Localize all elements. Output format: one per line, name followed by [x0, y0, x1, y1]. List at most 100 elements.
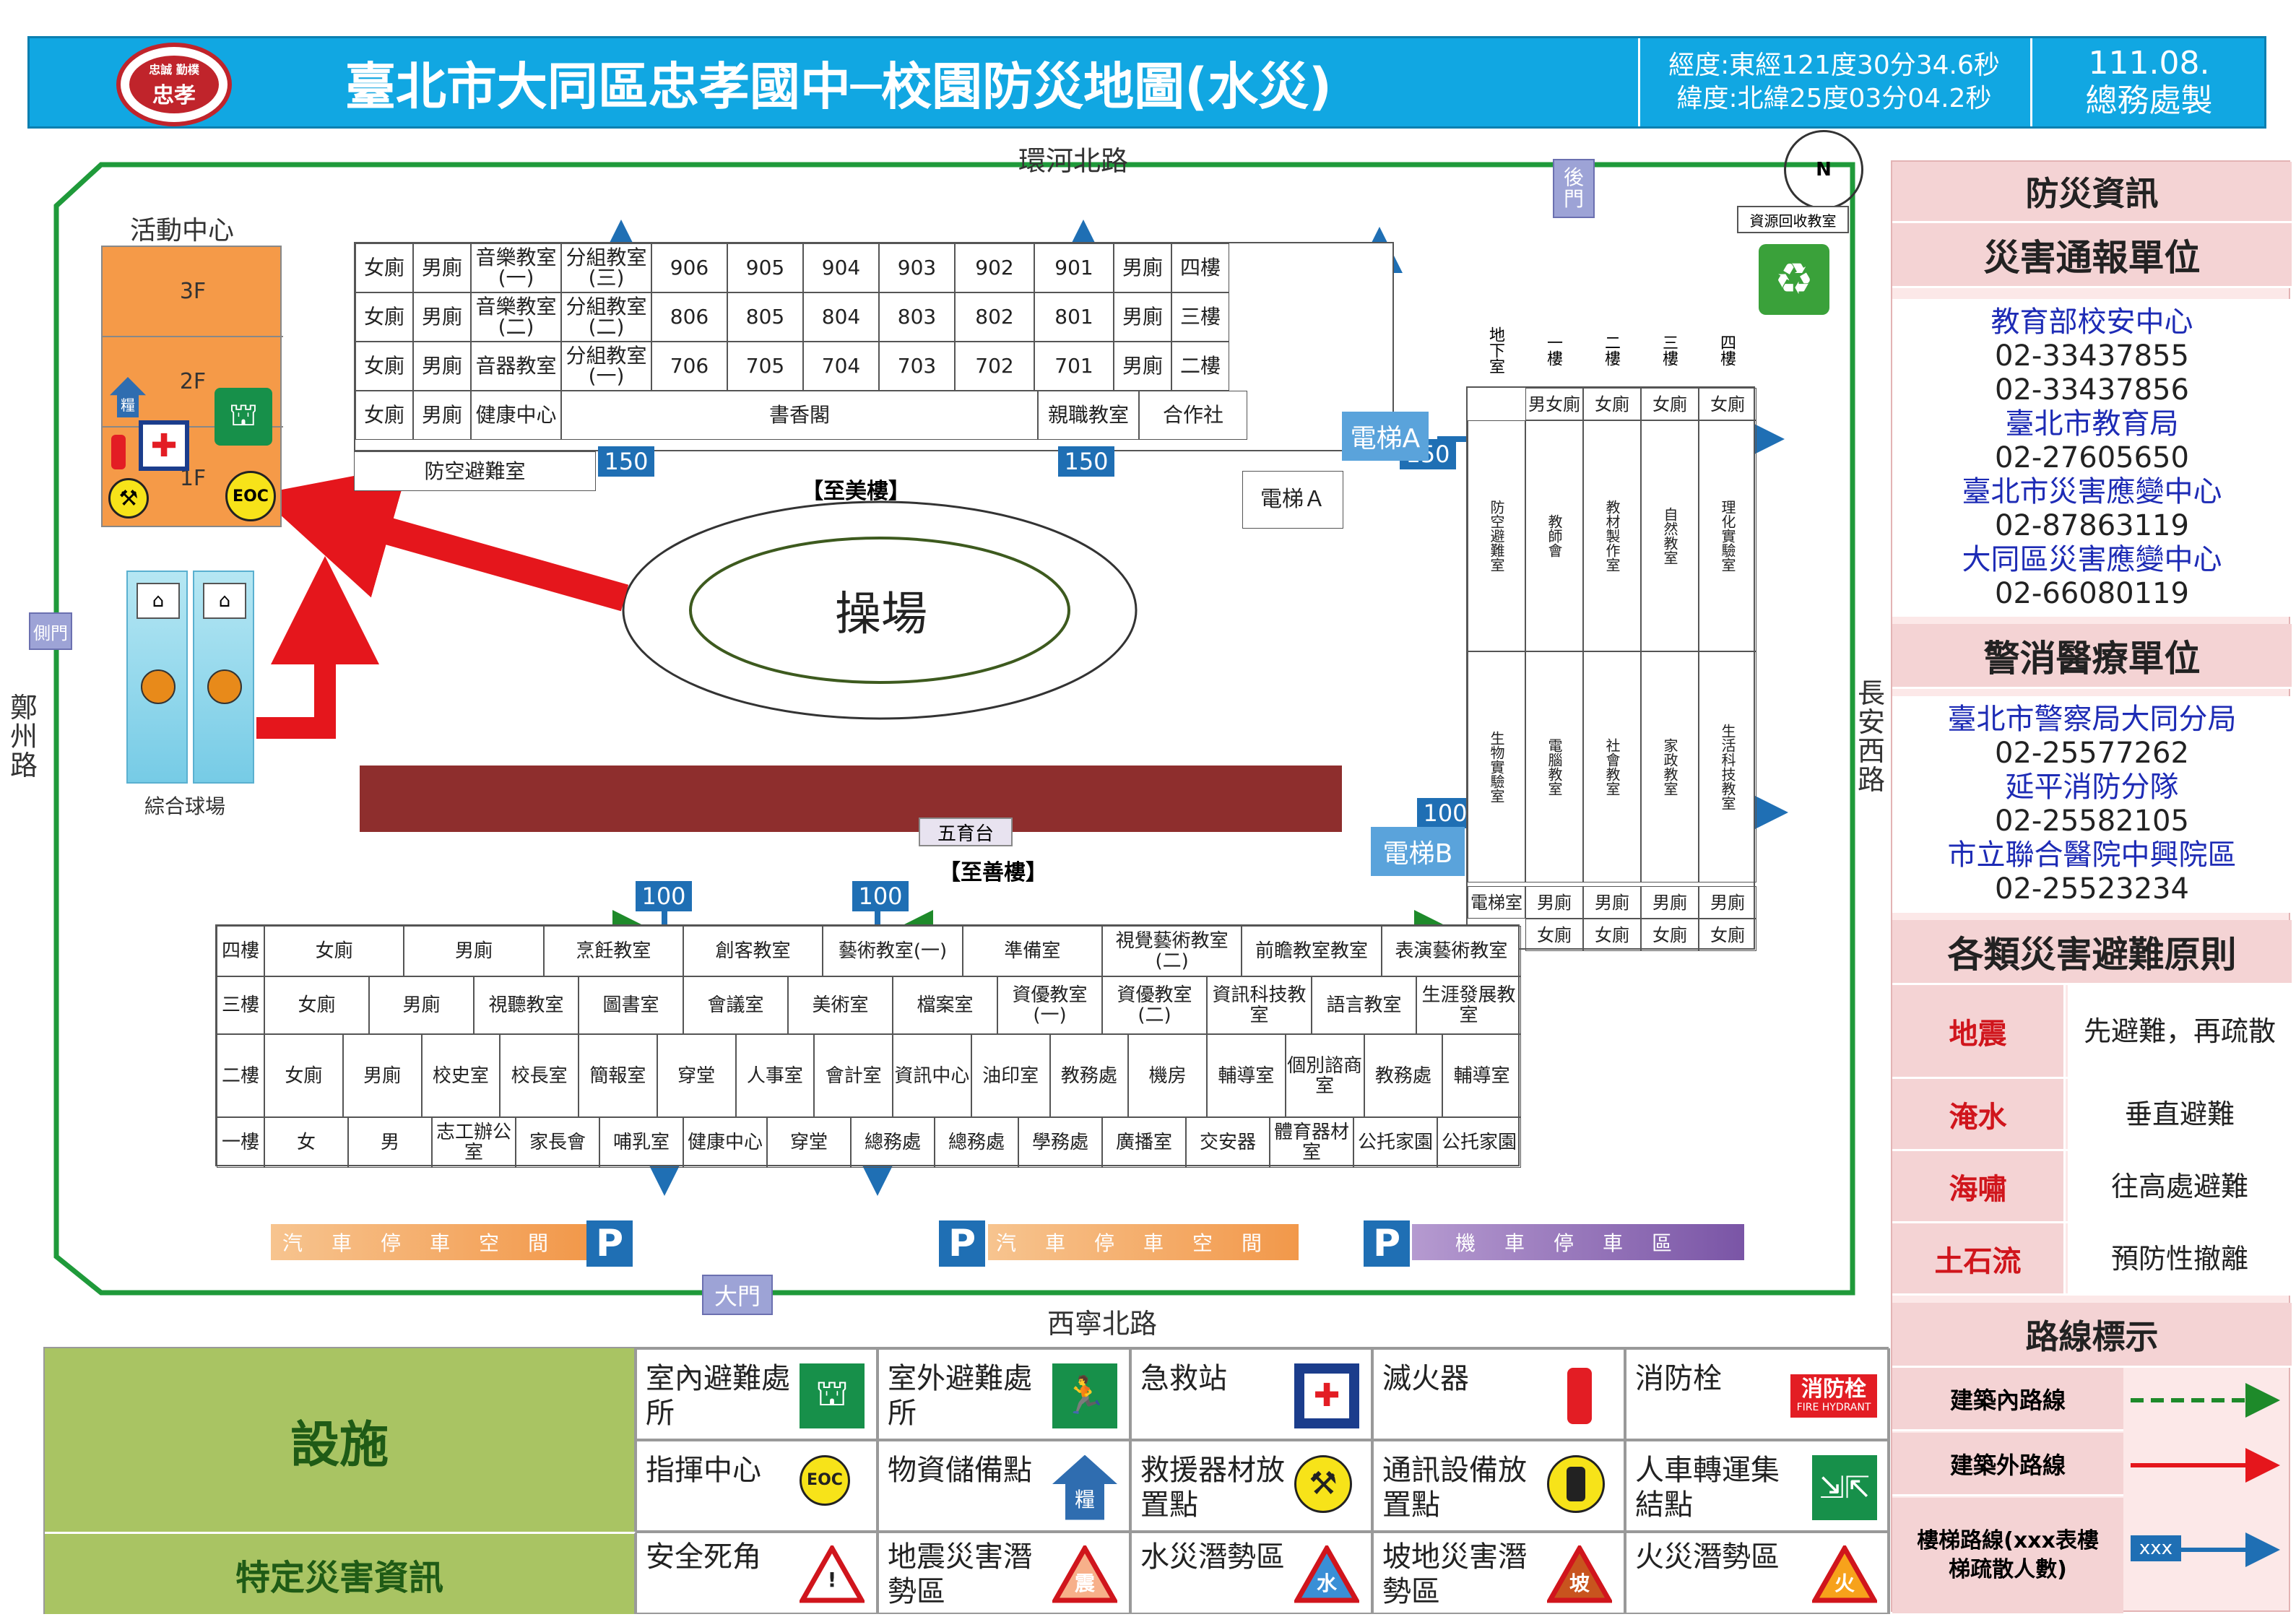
- logo-text: 忠孝: [152, 83, 196, 108]
- stair-count: 100: [852, 881, 909, 911]
- eb-room: 家政教室: [1641, 651, 1699, 882]
- hydrant-badge-main: 消防栓: [1801, 1376, 1866, 1402]
- recycle-room: 資源回收教室: [1737, 206, 1849, 233]
- to-shan-label: 【至善樓】: [939, 860, 1047, 885]
- police-title: 警消醫療單位: [1892, 624, 2292, 689]
- sb-room: 男: [348, 1117, 432, 1168]
- hazard-badge: 震: [1074, 1571, 1095, 1595]
- route-stairs-badge: xxx: [2131, 1535, 2181, 1561]
- nb-room: 703: [879, 342, 955, 391]
- unit-name: 臺北市災害應變中心: [1962, 474, 2222, 508]
- parking-sign: P: [939, 1220, 985, 1267]
- nb-room: 702: [955, 342, 1034, 391]
- outdoor-shelter-icon: 🏃: [1052, 1363, 1117, 1428]
- sb-floor: 二樓: [217, 1034, 264, 1117]
- stair-count: 150: [1058, 446, 1114, 477]
- principle-row: 海嘯 往高處避難: [1892, 1151, 2292, 1223]
- earthquake-zone-icon: 震: [1052, 1542, 1117, 1607]
- north-shelter: 防空避難室: [354, 451, 596, 491]
- legend-item: 指揮中心 EOC: [636, 1440, 878, 1532]
- hazard-badge: 火: [1834, 1571, 1855, 1595]
- unit-phone: 02-66080119: [1995, 576, 2189, 610]
- east-toilets-top: 男女廁 女廁 女廁 女廁: [1468, 388, 1756, 420]
- outside-route-arrow: [257, 465, 629, 612]
- legend-label: 救援器材放置點: [1140, 1453, 1285, 1522]
- first-aid-icon: ✚: [1294, 1363, 1359, 1428]
- east-rooms: 防空避難室 教師會 教材製作室 自然教室 理化實驗室 生物實驗室 電腦教室 社會教室 家政教室生…: [1468, 420, 1756, 882]
- rescue-tools-icon: ⚒: [1294, 1454, 1352, 1513]
- eb-room: 社會教室: [1583, 651, 1641, 882]
- nb-room: 女廁: [355, 391, 413, 440]
- legend-label: 指揮中心: [646, 1453, 761, 1487]
- basketball-icon: [141, 669, 176, 704]
- legend-label: 安全死角: [646, 1540, 761, 1574]
- nb-room: 男廁: [1114, 292, 1171, 342]
- elevator-b: 電梯B: [1371, 827, 1465, 876]
- nb-room: 合作社: [1139, 391, 1247, 440]
- legend-item: 地震災害潛勢區 震: [878, 1532, 1130, 1614]
- eb-room: 教師會: [1525, 420, 1583, 651]
- sb-room: 烹飪教室: [543, 926, 683, 976]
- sb-floor: 三樓: [217, 976, 264, 1034]
- road-north: 環河北路: [1018, 145, 1129, 177]
- stair-count: 150: [598, 446, 654, 477]
- outside-route-arrow-2: [256, 556, 379, 739]
- road-east: 長安西路: [1858, 677, 1886, 796]
- hazard-badge: !: [827, 1568, 837, 1592]
- legend-label: 水災潛勢區: [1140, 1540, 1285, 1574]
- sb-room: 語言教室: [1312, 976, 1416, 1034]
- nb-room: 905: [727, 243, 803, 292]
- first-aid-icon: ✚: [139, 420, 189, 471]
- nb-room: 806: [651, 292, 727, 342]
- unit-phone: 02-25523234: [1995, 872, 2189, 906]
- legend-item: 通訊設備放置點: [1372, 1440, 1625, 1532]
- page-title: 臺北市大同區忠孝國中─校園防災地圖(水災): [345, 56, 1333, 116]
- sb-room: 圖書室: [579, 976, 683, 1034]
- north-building: 女廁 男廁 音樂教室(一) 分組教室(三) 906 905 904 903 902 901 男廁 四樓…: [354, 242, 1394, 451]
- flood-zone-icon: 水: [1294, 1542, 1359, 1607]
- eb-toilet: 男廁: [1699, 886, 1756, 919]
- nb-room: 男廁: [413, 342, 471, 391]
- nb-room: 分組教室(二): [561, 292, 651, 342]
- route-stairs-label: 樓梯路線(xxx表樓梯疏散人數): [1892, 1498, 2123, 1613]
- stage-bar: [360, 766, 1342, 832]
- unit-name: 市立聯合醫院中興院區: [1947, 838, 2237, 872]
- nb-room: 704: [803, 342, 879, 391]
- floor-3f: 3F: [103, 247, 283, 337]
- legend-item: 人車轉運集結點 ⇲⇱: [1625, 1440, 1890, 1532]
- east-building: 地下室 一樓 二樓 三樓 四樓 男女廁 女廁 女廁 女廁 防空避難室 教師會 教材製作室 自然教室理…: [1466, 318, 1756, 1022]
- sb-room: 資訊科技教室: [1207, 976, 1312, 1034]
- eb-room: 自然教室: [1641, 420, 1699, 651]
- nb-room: 音樂教室(二): [471, 292, 561, 342]
- supply-icon: 糧: [1052, 1454, 1117, 1520]
- recycle-icon: ♻: [1759, 244, 1829, 315]
- legend-label: 坡地災害潛勢區: [1382, 1540, 1527, 1608]
- unit-phone: 02-33437855: [1995, 339, 2189, 373]
- eb-floor-header: 一樓: [1544, 334, 1562, 366]
- eb-floor-header: 二樓: [1602, 334, 1620, 366]
- sb-room: 健康中心: [683, 1117, 767, 1168]
- legend-item: 火災潛勢區火: [1625, 1532, 1890, 1614]
- nb-room: 女廁: [355, 342, 413, 391]
- logo-motto: 忠誠 勤樸: [149, 63, 199, 77]
- principle-row: 土石流 預防性撤離: [1892, 1223, 2292, 1296]
- indoor-shelter-icon: ⛫: [215, 388, 272, 446]
- sb-room: 志工辦公室: [432, 1117, 516, 1168]
- rescue-tools-icon: ⚒: [108, 478, 149, 519]
- basketball-hoop-icon: ⌂: [137, 583, 180, 619]
- eb-room: 生活科技教室: [1699, 651, 1756, 882]
- road-south: 西寧北路: [1047, 1308, 1158, 1340]
- unit-name: 臺北市教育局: [2005, 407, 2179, 441]
- east-building-body: 男女廁 女廁 女廁 女廁 防空避難室 教師會 教材製作室 自然教室 理化實驗室 生物實驗室 電腦教…: [1466, 386, 1756, 951]
- route-legend: 建築內路線 建築外路線 樓梯路線(xxx表樓梯疏散人數) xxx: [1892, 1368, 2292, 1613]
- nb-room: 男廁: [1114, 243, 1171, 292]
- car-parking-east: 汽車停車空間: [988, 1224, 1299, 1260]
- sb-room: 個別諮商室: [1285, 1034, 1364, 1117]
- sb-room: 穿堂: [767, 1117, 851, 1168]
- legend-label: 通訊設備放置點: [1382, 1453, 1527, 1522]
- date: 111.08.: [2088, 45, 2210, 82]
- sb-floor: 四樓: [217, 926, 264, 976]
- route-inside-label: 建築內路線: [1892, 1368, 2123, 1431]
- sb-room: 女廁: [264, 976, 369, 1034]
- eoc-badge: EOC: [233, 487, 269, 506]
